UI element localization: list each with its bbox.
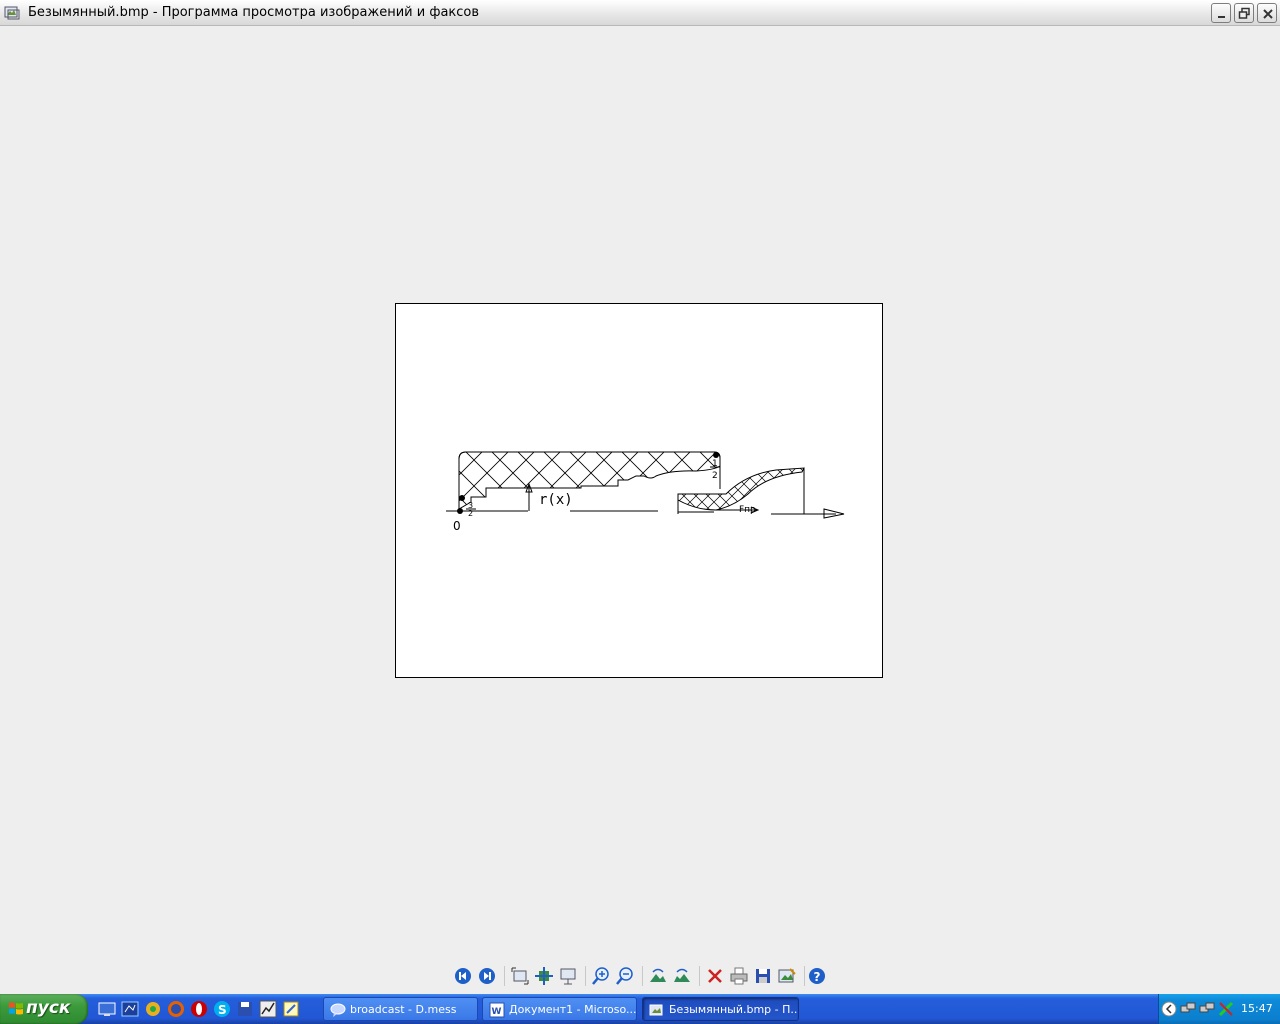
taskbar: пуск S broadcast - D.mess W Документ1 - … (0, 994, 1280, 1024)
minimize-button[interactable] (1211, 3, 1231, 23)
svg-text:S: S (218, 1003, 227, 1017)
next-image-icon (479, 968, 495, 984)
point-1-top-label: 1 (712, 459, 718, 469)
taskbar-item-label: Документ1 - Microso... (509, 1003, 637, 1016)
origin-label: 0 (453, 519, 461, 533)
restore-button[interactable] (1234, 3, 1254, 23)
image-viewer-app-icon[interactable] (4, 5, 20, 21)
network-connection-icon[interactable] (1180, 1001, 1196, 1017)
delete-button[interactable] (705, 966, 725, 986)
zoom-out-icon (616, 967, 633, 985)
next-image-button[interactable] (477, 966, 497, 986)
start-button[interactable]: пуск (0, 994, 88, 1024)
word-icon: W (489, 1002, 505, 1018)
point-1-bottom-label: 2 (712, 471, 718, 481)
rotate-clockwise-button[interactable] (648, 966, 668, 986)
radius-label: r(x) (539, 492, 573, 508)
zoom-in-button[interactable] (591, 966, 611, 986)
network-icon[interactable] (144, 1000, 162, 1018)
slideshow-icon (560, 968, 576, 985)
zoom-out-button[interactable] (615, 966, 635, 986)
skype-icon[interactable]: S (213, 1000, 231, 1018)
sketch-drawing: 0 1 2 3 2 r(x) Fпр (446, 451, 845, 533)
opera-icon[interactable] (190, 1000, 208, 1018)
image-viewer-area[interactable]: 0 1 2 3 2 r(x) Fпр (0, 26, 1280, 961)
edit-button[interactable] (777, 966, 797, 986)
point-3 (459, 495, 465, 501)
rotate-clockwise-icon (650, 968, 666, 982)
x-axis (446, 510, 836, 515)
save-disk-icon[interactable] (236, 1000, 254, 1018)
origin-point (457, 508, 463, 514)
close-icon (1263, 9, 1273, 19)
actual-size-icon (535, 967, 553, 985)
chat-icon (330, 1003, 346, 1017)
toolbar-separator (804, 966, 805, 986)
title-bar[interactable]: Безымянный.bmp - Программа просмотра изо… (0, 0, 1280, 26)
hatched-wedge (677, 467, 805, 511)
point-3-bottom-label: 2 (468, 509, 473, 518)
start-label: пуск (26, 998, 71, 1018)
toolbar-separator (699, 966, 700, 986)
window-title: Безымянный.bmp - Программа просмотра изо… (28, 5, 480, 20)
restore-icon (1238, 7, 1250, 19)
taskbar-item-broadcast[interactable]: broadcast - D.mess (323, 997, 478, 1021)
slideshow-button[interactable] (558, 966, 578, 986)
best-fit-button[interactable] (510, 966, 530, 986)
svg-text:?: ? (814, 970, 821, 984)
taskbar-item-label: Безымянный.bmp - П... (669, 1003, 799, 1016)
fnp-label: Fпр (739, 505, 756, 515)
help-button[interactable]: ? (807, 966, 827, 986)
zoom-in-icon (592, 967, 609, 985)
viewer-toolbar: ? (450, 962, 830, 990)
clock[interactable]: 15:47 (1241, 1002, 1273, 1015)
firefox-icon[interactable] (167, 1000, 185, 1018)
toolbar-separator (642, 966, 643, 986)
show-desktop-icon[interactable] (98, 1000, 116, 1018)
chart-app-icon[interactable] (259, 1000, 277, 1018)
actual-size-button[interactable] (534, 966, 554, 986)
delete-icon (708, 969, 722, 983)
rotate-counterclockwise-icon (674, 968, 690, 982)
save-button[interactable] (753, 966, 773, 986)
taskbar-item-label: broadcast - D.mess (350, 1003, 457, 1016)
taskbar-item-word-document[interactable]: W Документ1 - Microso... (482, 997, 637, 1021)
point-1 (713, 452, 719, 458)
tray-expand-icon[interactable] (1161, 1001, 1177, 1017)
system-tray: 15:47 (1158, 994, 1280, 1024)
print-button[interactable] (729, 966, 749, 986)
edit-icon (778, 968, 796, 983)
help-icon: ? (809, 968, 825, 984)
close-button[interactable] (1257, 3, 1277, 23)
windows-logo-icon (9, 1002, 23, 1015)
save-icon (756, 969, 770, 983)
network-connection-2-icon[interactable] (1199, 1001, 1215, 1017)
displayed-image: 0 1 2 3 2 r(x) Fпр (395, 303, 883, 678)
print-icon (730, 967, 748, 985)
security-icon[interactable] (1218, 1001, 1234, 1017)
svg-text:W: W (492, 1007, 502, 1017)
best-fit-icon (511, 967, 529, 985)
toolbar-separator (585, 966, 586, 986)
notepad-icon[interactable] (282, 1000, 300, 1018)
image-viewer-icon (649, 1004, 663, 1016)
previous-image-button[interactable] (453, 966, 473, 986)
previous-image-icon (455, 968, 471, 984)
dmess-icon[interactable] (121, 1000, 139, 1018)
minimize-icon (1218, 16, 1225, 18)
rotate-counterclockwise-button[interactable] (672, 966, 692, 986)
taskbar-item-image-viewer[interactable]: Безымянный.bmp - П... (642, 997, 799, 1021)
toolbar-separator (504, 966, 505, 986)
